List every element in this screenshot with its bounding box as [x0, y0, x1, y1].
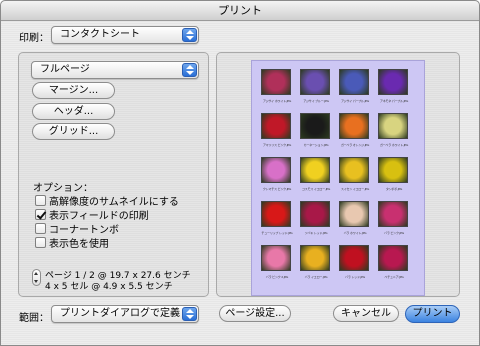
- thumbnail-image: [339, 245, 369, 271]
- printer-popup[interactable]: コンタクトシート: [51, 26, 199, 44]
- popup-arrows-icon: [182, 63, 197, 77]
- option-crop-marks[interactable]: コーナートンボ: [35, 221, 119, 236]
- thumbnail-caption: ガーベラ ホワイト.JPG: [379, 143, 409, 147]
- page-layout-popup[interactable]: フルページ: [31, 61, 199, 79]
- checkbox-checked[interactable]: [35, 209, 46, 220]
- thumbnail-image: [339, 201, 369, 227]
- grid-button[interactable]: グリッド...: [32, 123, 115, 140]
- thumbnail-cell: アジサイ ホワイト.JPG: [261, 69, 293, 103]
- print-dialog: プリント 印刷： コンタクトシート フルページ マージン... ヘッダ... グ…: [0, 0, 480, 346]
- thumbnail-image: [339, 113, 369, 139]
- thumbnail-cell: チューリップ レッド.JPG: [261, 201, 293, 235]
- thumbnail-cell: アネモネ パープル.JPG: [378, 69, 410, 103]
- thumbnail-cell: ガーベラ ホワイト.JPG: [378, 113, 410, 147]
- thumbnail-caption: アマリリス ピンク.JPG: [262, 143, 292, 147]
- thumbnail-image: [339, 69, 369, 95]
- thumbnail-caption: ツバキ レッド.JPG: [304, 231, 328, 235]
- thumbnail-cell: アジサイ パープル.JPG: [339, 69, 371, 103]
- page-info-line2: 4 x 5 セル @ 4.9 x 5.5 センチ: [45, 282, 173, 292]
- thumbnail-caption: タンポポ.JPG: [385, 187, 403, 191]
- thumbnail-cell: カーネーション.JPG: [300, 113, 332, 147]
- thumbnail-cell: ガーベラ オレンジ.JPG: [339, 113, 371, 147]
- thumbnail-image: [339, 157, 369, 183]
- thumbnail-image: [261, 69, 291, 95]
- contact-sheet-preview: アジサイ ホワイト.JPG アジサイ ブルー.JPG アジサイ パープル.JPG アネ…: [251, 60, 425, 296]
- option-print-fields[interactable]: 表示フィールドの印刷: [35, 207, 149, 222]
- thumbnail-caption: アネモネ パープル.JPG: [379, 99, 409, 103]
- thumbnail-caption: カーネーション.JPG: [303, 143, 329, 147]
- margin-button[interactable]: マージン...: [32, 82, 115, 99]
- checkbox[interactable]: [35, 237, 46, 248]
- thumbnail-caption: チューリップ レッド.JPG: [261, 231, 293, 235]
- thumbnail-image: [300, 245, 330, 271]
- range-popup-value: プリントダイアログで定義: [60, 308, 180, 319]
- thumbnail-cell: スイセン イエロー.JPG: [339, 157, 371, 191]
- options-heading: オプション：: [33, 183, 93, 194]
- window-title: プリント: [1, 1, 479, 21]
- printer-popup-value: コンタクトシート: [60, 29, 140, 40]
- thumbnail-cell: ツバキ レッド.JPG: [300, 201, 332, 235]
- popup-arrows-icon: [182, 307, 197, 321]
- thumbnail-caption: バラ レッド.JPG: [345, 275, 365, 279]
- thumbnail-cell: バラ レッド.JPG: [339, 245, 371, 279]
- thumbnail-caption: ガーベラ オレンジ.JPG: [340, 143, 370, 147]
- thumbnail-image: [378, 69, 408, 95]
- thumbnail-cell: バラ イエロー.JPG: [300, 245, 332, 279]
- thumbnail-caption: アジサイ ホワイト.JPG: [262, 99, 292, 103]
- thumbnail-cell: ペチュニア.JPG: [378, 245, 410, 279]
- thumbnail-caption: クレマチス ピンク.JPG: [262, 187, 292, 191]
- thumbnail-image: [261, 113, 291, 139]
- thumbnail-cell: アジサイ ブルー.JPG: [300, 69, 332, 103]
- popup-arrows-icon: [182, 28, 197, 42]
- thumbnail-cell: バラ ピンク.JPG: [378, 201, 410, 235]
- thumbnail-image: [300, 201, 330, 227]
- print-button[interactable]: プリント: [405, 305, 460, 323]
- thumbnail-image: [300, 113, 330, 139]
- header-button[interactable]: ヘッダ...: [32, 103, 115, 120]
- thumbnail-caption: バラ ピンク.JPG: [384, 231, 404, 235]
- thumbnail-cell: コスモス イエロー.JPG: [300, 157, 332, 191]
- range-popup[interactable]: プリントダイアログで定義: [51, 305, 199, 323]
- printer-label: 印刷：: [19, 33, 49, 44]
- page-layout-popup-value: フルページ: [40, 64, 90, 75]
- thumbnail-cell: タンポポ.JPG: [378, 157, 410, 191]
- option-label: 表示色を使用: [49, 239, 109, 250]
- thumbnail-image: [300, 157, 330, 183]
- thumbnail-cell: アマリリス ピンク.JPG: [261, 113, 293, 147]
- thumbnail-caption: コスモス イエロー.JPG: [301, 187, 331, 191]
- page-stepper-icon[interactable]: [32, 269, 41, 286]
- thumbnail-caption: スイセン イエロー.JPG: [340, 187, 370, 191]
- thumbnail-image: [261, 245, 291, 271]
- thumbnail-caption: バラ ホワイト.JPG: [343, 231, 367, 235]
- thumbnail-image: [378, 245, 408, 271]
- page-setup-button[interactable]: ページ設定...: [219, 305, 291, 322]
- option-hires-thumbnails[interactable]: 高解像度のサムネイルにする: [35, 193, 179, 208]
- thumbnail-caption: バラ イエロー.JPG: [304, 275, 328, 279]
- thumbnail-image: [300, 69, 330, 95]
- thumbnail-caption: アジサイ ブルー.JPG: [303, 99, 329, 103]
- option-use-display-color[interactable]: 表示色を使用: [35, 235, 109, 250]
- thumbnail-image: [261, 157, 291, 183]
- range-label: 範囲：: [19, 313, 49, 324]
- thumbnail-caption: バラ ピンク 2.JPG: [265, 275, 289, 279]
- thumbnail-cell: バラ ピンク 2.JPG: [261, 245, 293, 279]
- cancel-button[interactable]: キャンセル: [333, 305, 399, 322]
- thumbnail-image: [261, 201, 291, 227]
- thumbnail-cell: バラ ホワイト.JPG: [339, 201, 371, 235]
- thumbnail-image: [378, 113, 408, 139]
- checkbox[interactable]: [35, 195, 46, 206]
- thumbnail-image: [378, 201, 408, 227]
- thumbnail-image: [378, 157, 408, 183]
- thumbnail-cell: クレマチス ピンク.JPG: [261, 157, 293, 191]
- checkbox[interactable]: [35, 223, 46, 234]
- thumbnail-caption: アジサイ パープル.JPG: [340, 99, 370, 103]
- thumbnail-caption: ペチュニア.JPG: [384, 275, 404, 279]
